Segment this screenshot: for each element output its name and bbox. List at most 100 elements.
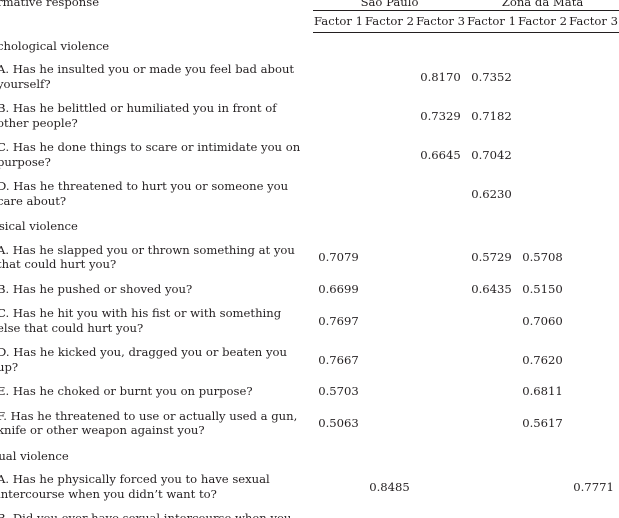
table-header: Affirmative response São Paulo Zona da M… (0, 0, 619, 33)
factor-loading-value (415, 33, 466, 58)
table-row: B. Has he belittled or humiliated you in… (0, 96, 619, 135)
item-label: D. Has he threatened to hurt you or some… (0, 179, 289, 208)
section-heading: Sexual violence (0, 448, 69, 463)
factor-loading-value: 0.7697 (318, 313, 359, 328)
factor-loading-value (313, 506, 364, 518)
factor-loading-value: 0.7060 (522, 313, 563, 328)
factor-loading-value (568, 57, 619, 96)
column-group-sao-paulo: São Paulo (313, 0, 467, 11)
factor-loading-value (466, 467, 517, 506)
factor-loading-value (415, 213, 466, 238)
table-row: E. Has he choked or burnt you on purpose… (0, 379, 619, 404)
factor-loading-value (568, 96, 619, 135)
factor-loading-value (364, 379, 415, 404)
factor-loading-value (466, 443, 517, 468)
factor-loading-value (466, 404, 517, 443)
factor-loading-value: 0.6230 (471, 186, 512, 201)
factor-loading-value (466, 33, 517, 58)
factor-loading-value (568, 174, 619, 213)
factor-loading-value (313, 467, 364, 506)
factor-loading-value: 0.5708 (522, 250, 563, 264)
factor-loading-value (415, 277, 466, 302)
factor-loading-value (568, 340, 619, 379)
factor-loading-value (313, 174, 364, 213)
table-row: D. Has he kicked you, dragged you or bea… (0, 340, 619, 379)
group-header-row: Affirmative response São Paulo Zona da M… (0, 0, 619, 11)
factor-loading-value: 0.7851 (568, 506, 619, 518)
factor-loading-value: 0.6645 (420, 147, 461, 162)
factor-loading-value (517, 174, 568, 213)
table-row: A. Has he insulted you or made you feel … (0, 57, 619, 96)
factor-loading-value (313, 57, 364, 96)
column-header-zm-factor-3: Factor 3 (568, 10, 619, 33)
table-row: Physical violence (0, 213, 619, 238)
factor-loading-value: 0.7079 (318, 250, 359, 264)
factor-loading-value (415, 467, 466, 506)
item-label: A. Has he physically forced you to have … (0, 472, 270, 501)
factor-loading-value: 0.5617 (522, 416, 563, 430)
factor-loading-value (466, 340, 517, 379)
item-label: C. Has he hit you with his fist or with … (0, 306, 282, 335)
factor-loading-value (364, 404, 415, 443)
factor-loading-value: 0.7771 (573, 479, 614, 494)
factor-loading-value (568, 443, 619, 468)
factor-loading-value (466, 213, 517, 238)
table-row: C. Has he done things to scare or intimi… (0, 135, 619, 174)
factor-loading-value (415, 506, 466, 518)
factor-loading-value (364, 277, 415, 302)
column-header-sp-factor-1: Factor 1 (313, 10, 364, 33)
factor-loading-value (568, 238, 619, 277)
factor-loading-value (568, 404, 619, 443)
factor-loading-value (364, 213, 415, 238)
factor-loading-value: 0.5063 (318, 416, 359, 430)
table-row: Sexual violence (0, 443, 619, 468)
section-heading: Physical violence (0, 219, 78, 233)
table-row: F. Has he threatened to use or actually … (0, 404, 619, 443)
factor-loading-value: 0.6435 (471, 281, 512, 296)
factor-loading-value (568, 213, 619, 238)
factor-loading-value: 0.5729 (471, 250, 512, 264)
factor-loading-value: 0.7329 (420, 108, 461, 123)
table-row: A. Has he slapped you or thrown somethin… (0, 238, 619, 277)
table-row: D. Has he threatened to hurt you or some… (0, 174, 619, 213)
factor-loading-value (415, 238, 466, 277)
factor-loading-value: 0.8300 (364, 506, 415, 518)
factor-loading-value (364, 174, 415, 213)
factor-loading-value (568, 301, 619, 340)
stub-header: Affirmative response (0, 0, 100, 9)
factor-loading-value (568, 379, 619, 404)
factor-loading-value (466, 301, 517, 340)
factor-loading-value (415, 174, 466, 213)
factor-loading-value (568, 33, 619, 58)
item-label: C. Has he done things to scare or intimi… (0, 140, 301, 169)
factor-loading-value (415, 379, 466, 404)
factor-loading-value (313, 213, 364, 238)
column-group-zona-da-mata: Zona da Mata (466, 0, 619, 11)
item-label: B. Has he pushed or shoved you? (0, 281, 193, 296)
factor-loading-value (313, 135, 364, 174)
factor-loading-value: 0.8170 (420, 69, 461, 84)
column-header-sp-factor-3: Factor 3 (415, 10, 467, 33)
factor-loading-value (415, 443, 466, 468)
factor-loading-value (415, 340, 466, 379)
column-header-sp-factor-2: Factor 2 (364, 10, 415, 33)
cropped-page-viewport: Affirmative response São Paulo Zona da M… (0, 0, 619, 518)
item-label: A. Has he insulted you or made you feel … (0, 62, 295, 91)
column-header-zm-factor-2: Factor 2 (517, 10, 569, 33)
factor-loading-value (466, 379, 517, 404)
item-label: A. Has he slapped you or thrown somethin… (0, 242, 295, 272)
factor-loading-value (517, 443, 568, 468)
factor-loading-value (517, 467, 568, 506)
factor-loading-value (364, 340, 415, 379)
factor-loading-value (364, 96, 415, 135)
factor-loading-value: 0.6699 (318, 281, 359, 296)
factor-loading-value (517, 96, 568, 135)
factor-loading-value (568, 277, 619, 302)
factor-loading-value (517, 506, 568, 518)
factor-loading-value (568, 135, 619, 174)
factor-loading-value (313, 443, 364, 468)
item-label: F. Has he threatened to use or actually … (0, 408, 298, 438)
table-row: B. Did you ever have sexual intercourse … (0, 506, 619, 518)
factor-loading-value (517, 213, 568, 238)
factor-loading-value (364, 443, 415, 468)
